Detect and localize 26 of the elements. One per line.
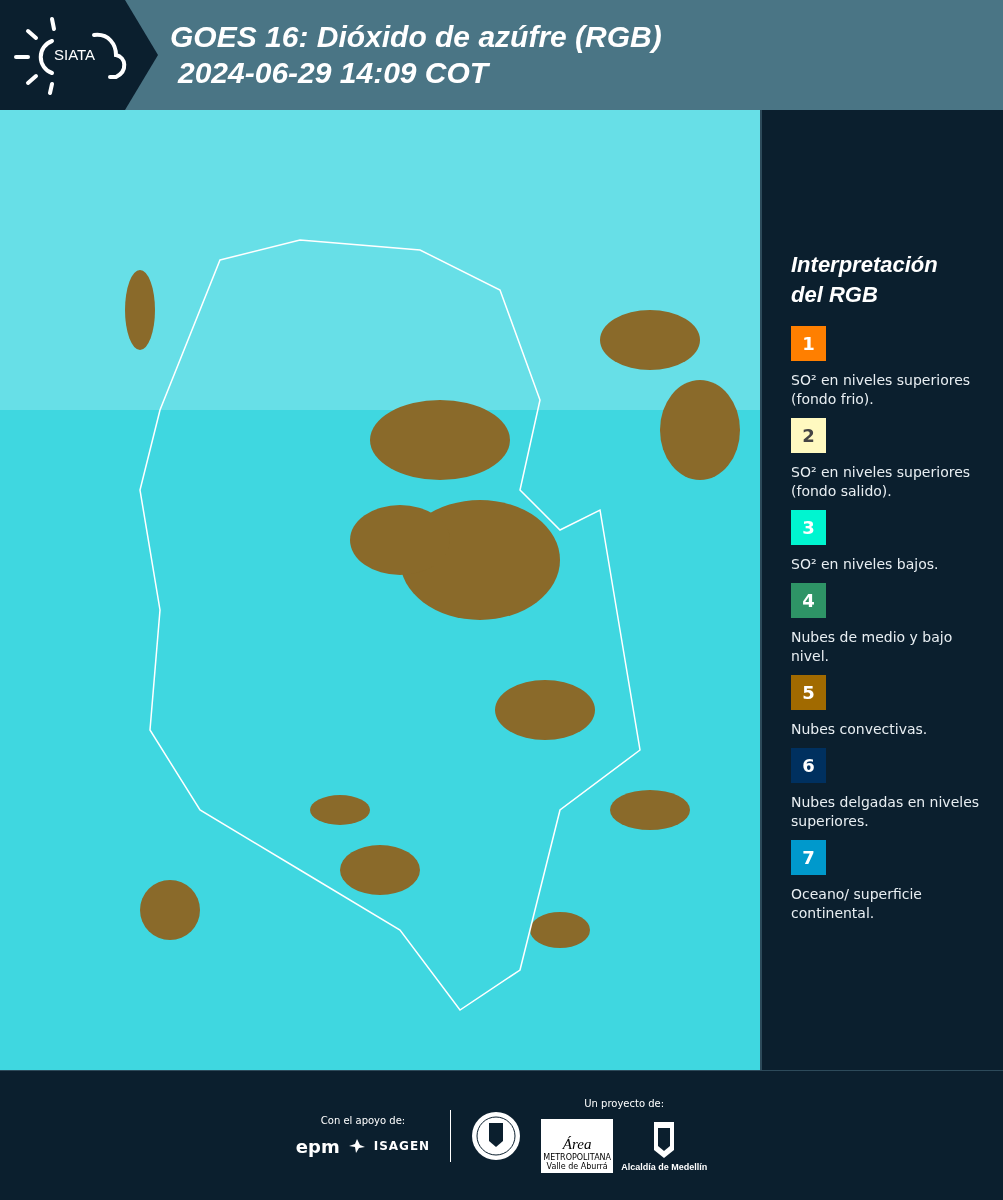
area-metropolitana-logo: Área METROPOLITANA Valle de Aburrá xyxy=(541,1119,614,1173)
product-title: GOES 16: Dióxido de azúfre (RGB) xyxy=(170,19,662,55)
legend-swatch: 4 xyxy=(791,583,826,618)
legend-text: SO² en niveles superiores (fondo salido). xyxy=(791,463,972,501)
legend-text: Nubes convectivas. xyxy=(791,720,929,739)
legend-swatch: 7 xyxy=(791,840,826,875)
isagen-logo: ISAGEN xyxy=(373,1139,431,1153)
legend-swatch: 5 xyxy=(791,675,826,710)
seal-icon xyxy=(471,1110,522,1161)
legend-swatch: 6 xyxy=(791,748,826,783)
legend-text: SO² en niveles bajos. xyxy=(791,555,940,574)
project-label: Un proyecto de: xyxy=(584,1098,665,1109)
legend-swatch: 1 xyxy=(791,326,826,361)
legend-swatch: 3 xyxy=(791,510,826,545)
legend-text: SO² en niveles superiores (fondo frio). xyxy=(791,371,972,409)
legend-text: Nubes de medio y bajo nivel. xyxy=(791,628,954,666)
support-label: Con el apoyo de: xyxy=(320,1114,406,1126)
alcaldia-logo-text: Alcaldía de Medellín xyxy=(621,1162,708,1172)
epm-logo: epm xyxy=(295,1135,340,1157)
product-timestamp: 2024-06-29 14:09 COT xyxy=(176,55,491,91)
legend-swatch: 2 xyxy=(791,418,826,453)
logo-text: SIATA xyxy=(54,46,96,63)
legend-title: Interpretación del RGB xyxy=(791,251,939,309)
legend-text: Nubes delgadas en niveles superiores. xyxy=(791,793,981,831)
coat-of-arms-icon xyxy=(652,1120,677,1160)
legend-text: Oceano/ superficie continental. xyxy=(791,885,923,923)
